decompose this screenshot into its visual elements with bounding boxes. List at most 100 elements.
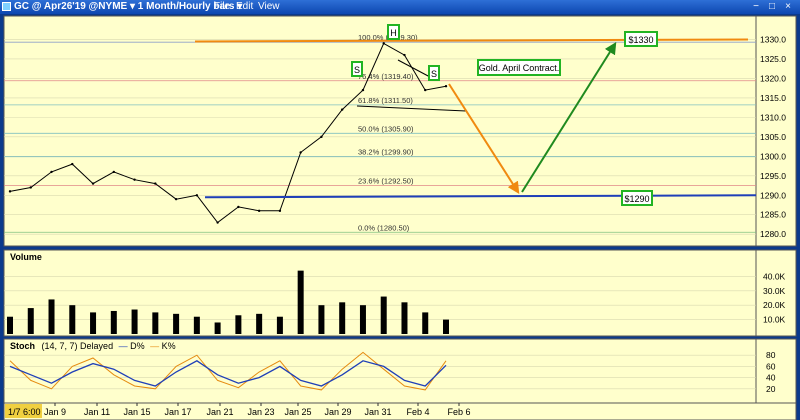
volume-bar xyxy=(48,299,55,334)
time-tick-label: Jan 11 xyxy=(84,407,110,417)
maximize-button[interactable]: □ xyxy=(766,1,778,12)
price-point xyxy=(237,205,240,209)
volume-tick-label: 20.0K xyxy=(763,300,786,310)
fib-label: 0.0% (1280.50) xyxy=(358,223,410,232)
menu-view[interactable]: View xyxy=(258,0,280,14)
fib-label: 61.8% (1311.50) xyxy=(358,96,413,105)
svg-text:H: H xyxy=(390,28,397,38)
volume-bar xyxy=(90,312,97,334)
app-icon xyxy=(2,2,11,11)
volume-bar xyxy=(339,302,346,334)
menu-edit[interactable]: Edit xyxy=(236,0,253,14)
price-point xyxy=(195,194,199,197)
stoch-axis-ticks: 2040 6080 xyxy=(766,350,776,394)
price-point xyxy=(382,42,385,45)
price-point xyxy=(91,182,95,185)
price-point xyxy=(174,197,178,201)
volume-bar xyxy=(380,296,387,334)
price-point xyxy=(320,135,323,139)
price-point xyxy=(299,151,302,154)
volume-bar xyxy=(359,305,366,334)
window-title: GC @ Apr26'19 @NYME ▾ 1 Month/Hourly bar… xyxy=(14,1,243,12)
time-tick-label: Jan 21 xyxy=(206,407,233,417)
stoch-tick-label: 40 xyxy=(766,373,776,383)
volume-bar xyxy=(401,302,408,334)
stoch-tick-label: 60 xyxy=(766,361,776,371)
volume-bar xyxy=(318,305,325,334)
svg-text:$1290: $1290 xyxy=(624,194,649,204)
head-label: H xyxy=(387,24,400,40)
price-tick-label: 1290.0 xyxy=(760,190,786,200)
price-tick-label: 1285.0 xyxy=(760,210,786,220)
close-button[interactable]: × xyxy=(782,1,794,12)
price-point xyxy=(216,221,219,224)
volume-bar xyxy=(235,315,242,334)
window-titlebar: GC @ Apr26'19 @NYME ▾ 1 Month/Hourly bar… xyxy=(0,0,800,14)
time-tick-label: Feb 6 xyxy=(447,407,470,417)
svg-text:S: S xyxy=(431,69,437,79)
price-point xyxy=(257,209,261,213)
price-tick-label: 1330.0 xyxy=(760,34,786,44)
price-point xyxy=(112,170,116,174)
volume-bar xyxy=(297,270,304,334)
price-tick-label: 1320.0 xyxy=(760,73,786,83)
svg-text:Gold. April Contract.: Gold. April Contract. xyxy=(479,63,560,73)
menu-file[interactable]: File xyxy=(214,0,230,14)
price-tick-label: 1305.0 xyxy=(760,132,786,142)
price-point xyxy=(133,178,136,181)
volume-bar xyxy=(443,319,449,334)
price-tick-label: 1310.0 xyxy=(760,112,786,122)
volume-bar xyxy=(422,312,429,334)
volume-bar xyxy=(276,316,283,334)
fib-label: 38.2% (1299.90) xyxy=(358,148,414,157)
price-point xyxy=(8,190,12,193)
fib-label: 23.6% (1292.50) xyxy=(358,177,414,186)
svg-text:$1330: $1330 xyxy=(628,35,653,45)
stoch-tick-label: 80 xyxy=(766,350,776,360)
contract-note: Gold. April Contract. xyxy=(477,59,561,76)
price-point xyxy=(424,88,427,92)
volume-bar xyxy=(131,309,138,334)
target-high-label: $1330 xyxy=(624,31,658,47)
svg-text:S: S xyxy=(354,65,360,75)
volume-tick-label: 40.0K xyxy=(763,271,786,281)
time-tick-label: Jan 9 xyxy=(44,407,66,417)
price-tick-label: 1280.0 xyxy=(760,229,786,239)
time-tick-label: Jan 23 xyxy=(247,407,274,417)
time-tick-label: Jan 29 xyxy=(324,407,351,417)
stoch-header: Stoch (14, 7, 7) Delayed — D% — K% xyxy=(10,341,176,351)
volume-bar xyxy=(214,322,221,334)
price-tick-label: 1300.0 xyxy=(760,151,786,161)
chart-area: 100.0% (1329.30)76.4% (1319.40)61.8% (13… xyxy=(3,15,797,420)
volume-bar xyxy=(256,313,263,334)
stoch-axis-panel xyxy=(755,338,797,404)
stoch-tick-label: 20 xyxy=(766,384,776,394)
volume-bar xyxy=(173,313,180,334)
time-tick-label: Jan 15 xyxy=(123,407,150,417)
volume-bar xyxy=(110,310,117,334)
left-shoulder-label: S xyxy=(351,61,363,77)
minimize-button[interactable]: − xyxy=(750,1,762,12)
volume-tick-label: 30.0K xyxy=(763,286,786,296)
price-point xyxy=(29,186,32,189)
volume-tick-label: 10.0K xyxy=(763,315,786,325)
time-tick-label: Jan 25 xyxy=(284,407,311,417)
fib-label: 50.0% (1305.90) xyxy=(358,124,414,133)
volume-bar xyxy=(7,316,13,334)
volume-bar xyxy=(152,312,159,334)
time-tick-label: Feb 4 xyxy=(406,407,429,417)
price-point xyxy=(71,162,74,166)
right-shoulder-label: S xyxy=(428,65,440,81)
volume-bar xyxy=(193,316,200,334)
price-point xyxy=(361,88,365,92)
price-tick-label: 1295.0 xyxy=(760,171,786,181)
price-point xyxy=(340,108,344,111)
volume-bar xyxy=(27,308,34,334)
price-tick-label: 1315.0 xyxy=(760,93,786,103)
price-point xyxy=(403,53,406,57)
fib-label: 76.4% (1319.40) xyxy=(358,72,414,81)
time-tick-label: Jan 17 xyxy=(164,407,191,417)
price-point xyxy=(154,182,157,185)
price-point xyxy=(50,170,53,174)
date-cursor: 1/7 6:00 xyxy=(8,407,41,417)
